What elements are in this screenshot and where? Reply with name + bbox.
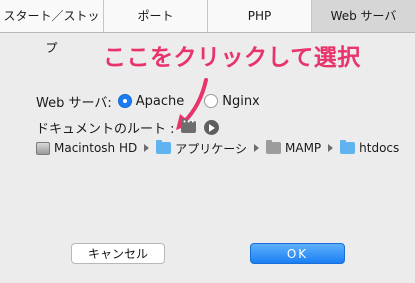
tab-php[interactable]: PHP bbox=[208, 0, 312, 32]
hard-drive-icon bbox=[36, 141, 50, 155]
folder-picker-icon[interactable] bbox=[180, 118, 196, 133]
apache-label[interactable]: Apache bbox=[136, 94, 185, 109]
apache-radio[interactable] bbox=[117, 94, 132, 108]
cancel-button[interactable]: キャンセル bbox=[71, 243, 165, 264]
docroot-row: ドキュメントのルート : bbox=[36, 118, 219, 137]
path-control[interactable]: Macintosh HD アプリケーシ MAMP htdocs bbox=[36, 140, 399, 156]
tab-ports[interactable]: ポート bbox=[104, 0, 208, 32]
docroot-label: ドキュメントのルート : bbox=[36, 121, 175, 137]
tab-web-server[interactable]: Web サーバ bbox=[312, 0, 415, 32]
applications-folder-icon bbox=[156, 140, 172, 154]
web-server-label: Web サーバ: bbox=[36, 95, 112, 111]
folder-icon bbox=[340, 140, 356, 154]
path-separator-icon bbox=[328, 144, 334, 152]
path-item-3[interactable]: MAMP bbox=[285, 141, 321, 155]
nginx-label[interactable]: Nginx bbox=[222, 94, 260, 109]
path-separator-icon bbox=[144, 144, 150, 152]
path-item-2[interactable]: アプリケーシ bbox=[175, 140, 247, 157]
path-separator-icon bbox=[254, 144, 259, 152]
go-arrow-icon[interactable] bbox=[203, 119, 219, 135]
nginx-radio[interactable] bbox=[204, 94, 219, 108]
path-item-1[interactable]: Macintosh HD bbox=[54, 141, 137, 155]
tab-start-stop[interactable]: スタート／ストップ bbox=[0, 0, 104, 55]
path-item-4[interactable]: htdocs bbox=[359, 141, 399, 155]
tab-bar: スタート／ストップ ポート PHP Web サーバ bbox=[0, 0, 415, 55]
annotation-text: ここをクリックして選択 bbox=[103, 45, 361, 71]
ok-button[interactable]: OK bbox=[250, 243, 345, 264]
web-server-row: Web サーバ: Apache Nginx bbox=[36, 93, 260, 111]
folder-icon bbox=[266, 140, 281, 154]
